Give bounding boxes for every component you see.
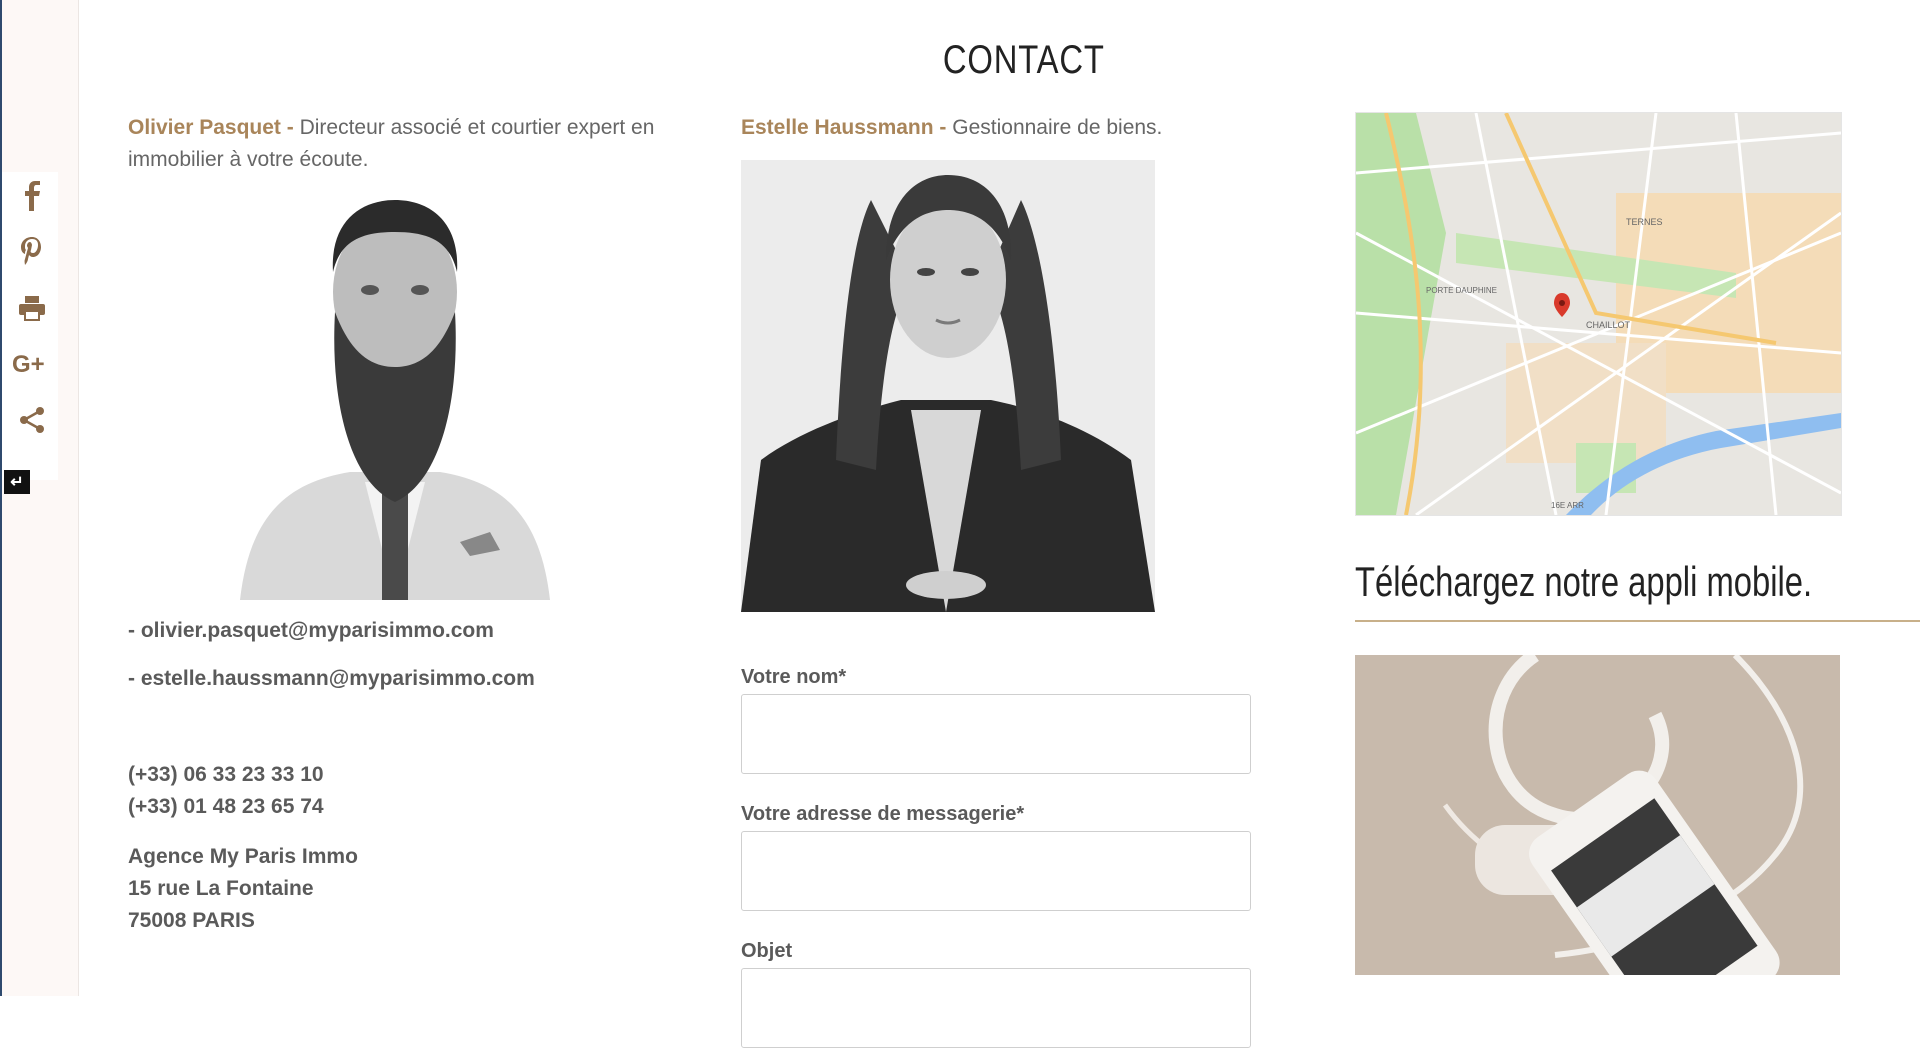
email-input[interactable]	[741, 831, 1251, 911]
estelle-portrait	[741, 160, 1155, 612]
map-label: TERNES	[1626, 217, 1663, 227]
collapse-share-toggle[interactable]: ↵	[4, 470, 30, 494]
address-line-agency: Agence My Paris Immo	[128, 845, 358, 868]
address-line-city: 75008 PARIS	[128, 909, 255, 932]
share-sidebar: G+ ↵	[2, 0, 79, 996]
app-download-heading: Téléchargez notre appli mobile.	[1355, 558, 1813, 605]
map-label: PORTE DAUPHINE	[1426, 286, 1497, 295]
facebook-icon[interactable]	[16, 180, 48, 212]
email-label: Votre adresse de messagerie*	[741, 803, 1025, 825]
address-line-street: 15 rue La Fontaine	[128, 877, 314, 900]
email-estelle[interactable]: - estelle.haussmann@myparisimmo.com	[128, 667, 535, 691]
pinterest-icon[interactable]	[16, 236, 48, 268]
phone-mobile[interactable]: (+33) 06 33 23 33 10	[128, 763, 324, 787]
contact-name: Estelle Haussmann -	[741, 116, 947, 139]
contact-estelle-intro: Estelle Haussmann - Gestionnaire de bien…	[741, 112, 1261, 144]
name-input[interactable]	[741, 694, 1251, 774]
subject-input[interactable]	[741, 968, 1251, 1048]
phone-office[interactable]: (+33) 01 48 23 65 74	[128, 795, 324, 819]
name-label: Votre nom*	[741, 666, 847, 688]
page-title: CONTACT	[942, 38, 1105, 82]
heading-underline	[1355, 620, 1920, 622]
print-icon[interactable]	[16, 292, 48, 324]
subject-label: Objet	[741, 940, 793, 962]
contact-role: Gestionnaire de biens.	[952, 116, 1163, 139]
app-promo-image	[1355, 655, 1840, 975]
map-label: 16E ARR	[1551, 501, 1584, 510]
share-panel: G+	[2, 172, 58, 480]
share-icon[interactable]	[16, 404, 48, 436]
email-olivier[interactable]: - olivier.pasquet@myparisimmo.com	[128, 619, 494, 643]
contact-olivier-intro: Olivier Pasquet - Directeur associé et c…	[128, 112, 668, 176]
map-label: CHAILLOT	[1586, 320, 1631, 330]
svg-text:G+: G+	[12, 351, 45, 377]
google-plus-icon[interactable]: G+	[12, 348, 52, 380]
location-map[interactable]: TERNES PORTE DAUPHINE CHAILLOT 16E ARR	[1355, 112, 1842, 516]
olivier-portrait	[230, 182, 560, 600]
contact-name: Olivier Pasquet -	[128, 116, 294, 139]
